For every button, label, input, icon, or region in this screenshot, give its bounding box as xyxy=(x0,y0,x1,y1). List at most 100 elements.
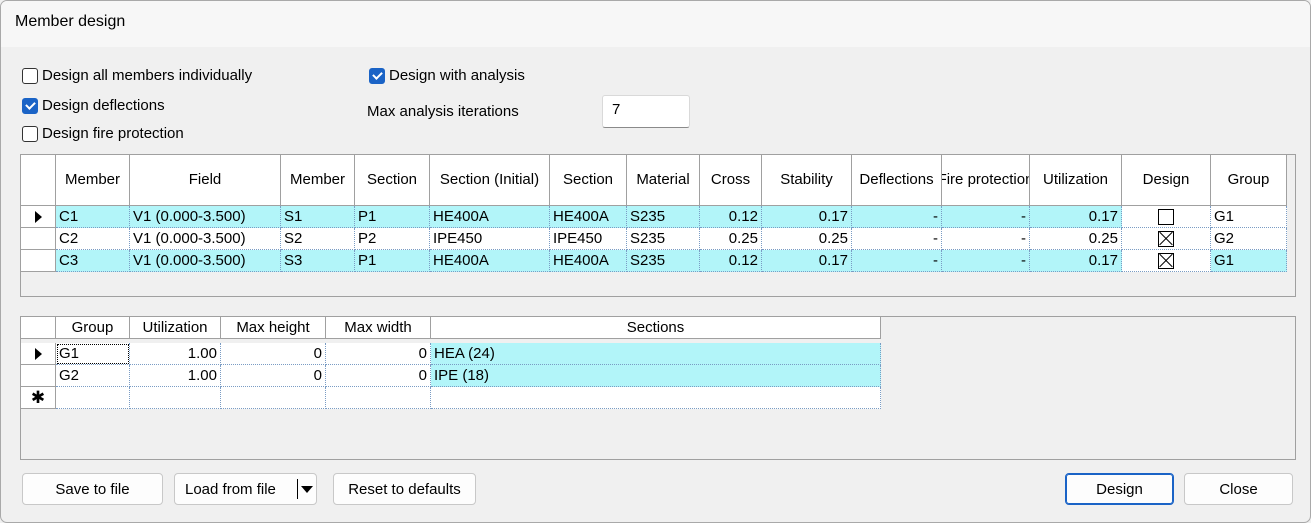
col-section2[interactable]: Section xyxy=(550,155,627,206)
design-checkbox[interactable] xyxy=(1158,208,1174,225)
cell-group[interactable]: G2 xyxy=(1211,228,1287,250)
reset-to-defaults-button[interactable]: Reset to defaults xyxy=(333,473,476,505)
cell-section-initial[interactable]: HE400A xyxy=(430,250,550,272)
cell-section2[interactable]: HE400A xyxy=(550,250,627,272)
cell-fire-protection[interactable]: - xyxy=(942,206,1030,228)
load-from-file-split-button[interactable]: Load from file xyxy=(174,473,317,505)
cell-field[interactable]: V1 (0.000-3.500) xyxy=(130,206,281,228)
cell-sections[interactable] xyxy=(431,387,881,409)
cell-design[interactable] xyxy=(1122,206,1211,228)
table-row[interactable]: G2 1.00 0 0 IPE (18) xyxy=(21,365,881,387)
cell-cross[interactable]: 0.25 xyxy=(700,228,762,250)
cell-member2[interactable]: S3 xyxy=(281,250,355,272)
cell-field[interactable]: V1 (0.000-3.500) xyxy=(130,228,281,250)
row-selector[interactable] xyxy=(21,365,56,387)
cell-max-width[interactable]: 0 xyxy=(326,343,431,365)
cell-max-height[interactable]: 0 xyxy=(221,365,326,387)
cell-utilization[interactable]: 0.17 xyxy=(1030,250,1122,272)
max-iterations-input[interactable]: 7 xyxy=(602,95,690,128)
cell-material[interactable]: S235 xyxy=(627,228,700,250)
table-row[interactable]: C2 V1 (0.000-3.500) S2 P2 IPE450 IPE450 … xyxy=(21,228,1287,250)
cell-fire-protection[interactable]: - xyxy=(942,250,1030,272)
cell-section-initial[interactable]: IPE450 xyxy=(430,228,550,250)
col-sections[interactable]: Sections xyxy=(431,317,881,339)
close-button[interactable]: Close xyxy=(1184,473,1293,505)
cell-section2[interactable]: HE400A xyxy=(550,206,627,228)
checkbox-box[interactable] xyxy=(22,97,38,114)
design-checkbox[interactable] xyxy=(1158,252,1174,269)
new-row[interactable]: ✱ xyxy=(21,387,881,409)
col-max-width[interactable]: Max width xyxy=(326,317,431,339)
col-utilization[interactable]: Utilization xyxy=(1030,155,1122,206)
col-utilization[interactable]: Utilization xyxy=(130,317,221,339)
cell-member[interactable]: C3 xyxy=(56,250,130,272)
cell-fire-protection[interactable]: - xyxy=(942,228,1030,250)
dropdown-arrow-icon[interactable] xyxy=(301,486,313,493)
col-design[interactable]: Design xyxy=(1122,155,1211,206)
cell-max-height[interactable] xyxy=(221,387,326,409)
checkbox-box[interactable] xyxy=(22,67,38,84)
cell-section[interactable]: P1 xyxy=(355,250,430,272)
col-fire-protection[interactable]: Fire protection xyxy=(942,155,1030,206)
row-selector[interactable] xyxy=(21,206,56,228)
col-member2[interactable]: Member xyxy=(281,155,355,206)
col-member[interactable]: Member xyxy=(56,155,130,206)
col-stability[interactable]: Stability xyxy=(762,155,852,206)
col-group[interactable]: Group xyxy=(56,317,130,339)
cell-member[interactable]: C2 xyxy=(56,228,130,250)
cell-material[interactable]: S235 xyxy=(627,206,700,228)
cell-deflections[interactable]: - xyxy=(852,206,942,228)
col-section[interactable]: Section xyxy=(355,155,430,206)
cell-utilization[interactable]: 1.00 xyxy=(130,343,221,365)
cell-member[interactable]: C1 xyxy=(56,206,130,228)
checkbox-box[interactable] xyxy=(369,67,385,84)
cell-sections[interactable]: IPE (18) xyxy=(431,365,881,387)
save-to-file-button[interactable]: Save to file xyxy=(22,473,163,505)
cell-section[interactable]: P1 xyxy=(355,206,430,228)
cell-max-width[interactable] xyxy=(326,387,431,409)
cell-max-width[interactable]: 0 xyxy=(326,365,431,387)
cell-section2[interactable]: IPE450 xyxy=(550,228,627,250)
row-selector[interactable] xyxy=(21,343,56,365)
cell-group[interactable]: G1 xyxy=(1211,250,1287,272)
cell-design[interactable] xyxy=(1122,228,1211,250)
cell-group[interactable]: G1 xyxy=(1211,206,1287,228)
cell-design[interactable] xyxy=(1122,250,1211,272)
cell-utilization[interactable]: 0.17 xyxy=(1030,206,1122,228)
cell-utilization[interactable]: 1.00 xyxy=(130,365,221,387)
col-section-initial[interactable]: Section (Initial) xyxy=(430,155,550,206)
row-selector[interactable] xyxy=(21,228,56,250)
cell-sections[interactable]: HEA (24) xyxy=(431,343,881,365)
cell-group[interactable]: G2 xyxy=(56,365,130,387)
cell-stability[interactable]: 0.25 xyxy=(762,228,852,250)
table-row[interactable]: C1 V1 (0.000-3.500) S1 P1 HE400A HE400A … xyxy=(21,206,1287,228)
cell-material[interactable]: S235 xyxy=(627,250,700,272)
col-max-height[interactable]: Max height xyxy=(221,317,326,339)
checkbox-box[interactable] xyxy=(22,125,38,142)
col-cross[interactable]: Cross xyxy=(700,155,762,206)
cell-group[interactable]: G1 xyxy=(56,343,130,365)
col-field[interactable]: Field xyxy=(130,155,281,206)
cell-stability[interactable]: 0.17 xyxy=(762,206,852,228)
table-row[interactable]: C3 V1 (0.000-3.500) S3 P1 HE400A HE400A … xyxy=(21,250,1287,272)
design-with-analysis-checkbox[interactable]: Design with analysis xyxy=(369,67,525,84)
cell-section[interactable]: P2 xyxy=(355,228,430,250)
cell-cross[interactable]: 0.12 xyxy=(700,206,762,228)
table-row[interactable]: G1 1.00 0 0 HEA (24) xyxy=(21,343,881,365)
cell-cross[interactable]: 0.12 xyxy=(700,250,762,272)
cell-deflections[interactable]: - xyxy=(852,228,942,250)
cell-member2[interactable]: S2 xyxy=(281,228,355,250)
cell-member2[interactable]: S1 xyxy=(281,206,355,228)
col-material[interactable]: Material xyxy=(627,155,700,206)
row-selector[interactable] xyxy=(21,250,56,272)
col-group[interactable]: Group xyxy=(1211,155,1287,206)
cell-utilization[interactable] xyxy=(130,387,221,409)
design-checkbox[interactable] xyxy=(1158,230,1174,247)
cell-utilization[interactable]: 0.25 xyxy=(1030,228,1122,250)
design-deflections-checkbox[interactable]: Design deflections xyxy=(22,97,165,114)
cell-group[interactable] xyxy=(56,387,130,409)
cell-field[interactable]: V1 (0.000-3.500) xyxy=(130,250,281,272)
design-fire-checkbox[interactable]: Design fire protection xyxy=(22,125,184,142)
cell-stability[interactable]: 0.17 xyxy=(762,250,852,272)
col-deflections[interactable]: Deflections xyxy=(852,155,942,206)
